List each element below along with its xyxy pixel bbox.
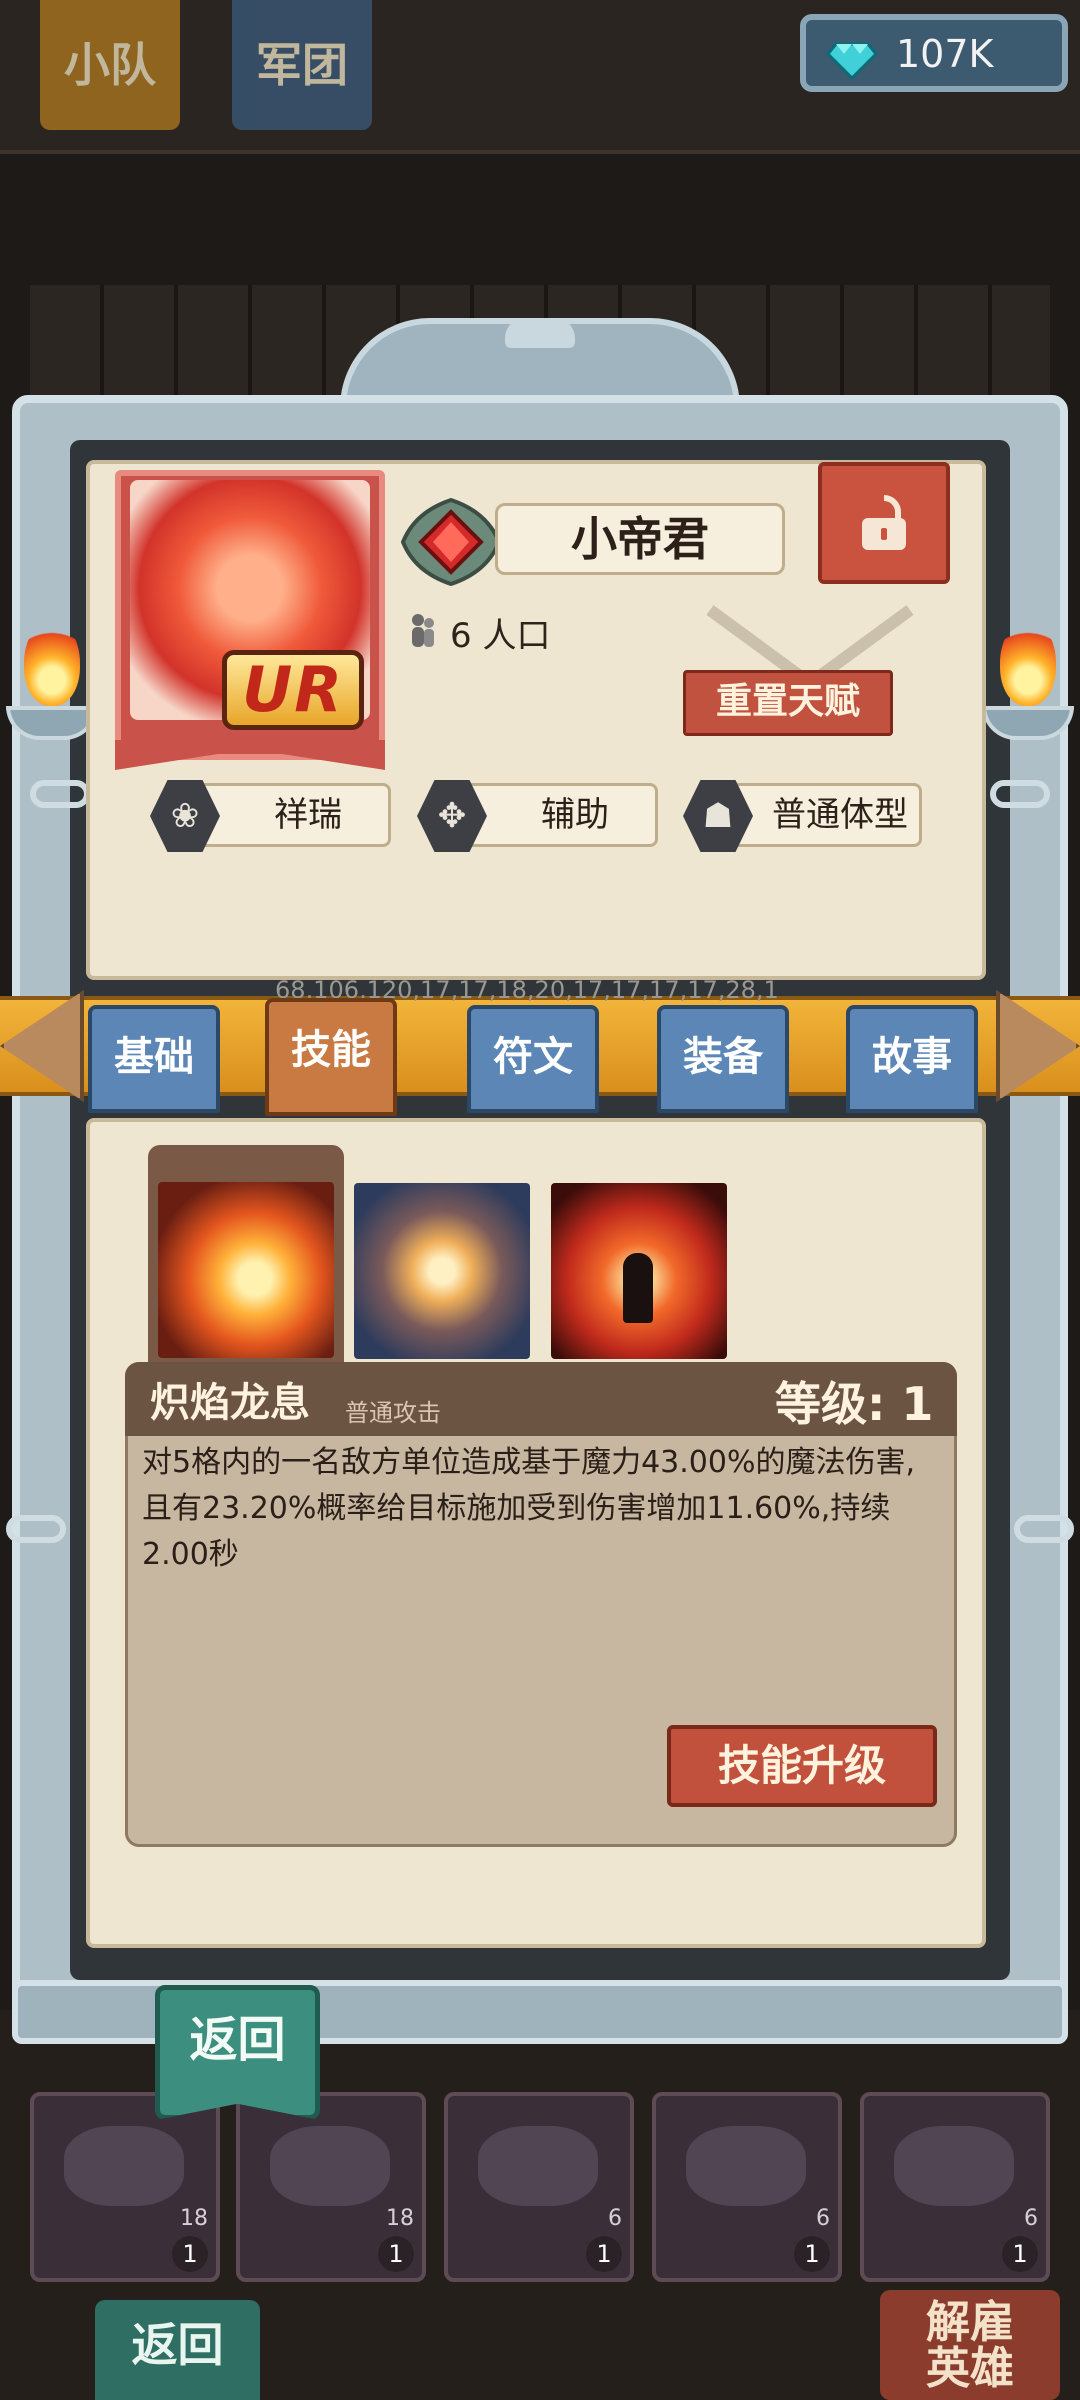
torch-icon [982, 610, 1074, 740]
currency-value: 107K [896, 32, 994, 76]
skill-dragon-icon[interactable] [354, 1183, 530, 1359]
tag-auspicious[interactable]: ❀ 祥瑞 [150, 780, 391, 852]
rarity-badge: UR [222, 650, 364, 730]
currency-display[interactable]: 107K [800, 14, 1068, 92]
skill-name: 炽焰龙息 [150, 1380, 310, 1426]
skill-flame-dragon-icon[interactable] [551, 1183, 727, 1359]
population-count: 6 人口 [450, 616, 551, 656]
tab-basic[interactable]: 基础 [88, 1005, 220, 1113]
tab-equipment[interactable]: 装备 [657, 1005, 789, 1113]
lock-toggle-button[interactable] [818, 462, 950, 584]
skill-type: 普通攻击 [345, 1399, 441, 1427]
background-back-button[interactable]: 返回 [95, 2300, 260, 2400]
unit-card[interactable]: 61 [652, 2092, 842, 2282]
skill-fireball-icon[interactable] [158, 1182, 334, 1358]
tag-body-type[interactable]: ☗ 普通体型 [683, 780, 922, 852]
unit-card[interactable]: 61 [444, 2092, 634, 2282]
unit-card[interactable]: 18 1 [236, 2092, 426, 2282]
diamond-icon [826, 42, 878, 81]
unlock-icon [862, 495, 906, 550]
chain-icon [1014, 1515, 1074, 1543]
skill-upgrade-button[interactable]: 技能升级 [667, 1725, 937, 1807]
tag-label: 普通体型 [772, 795, 908, 835]
dismiss-hero-button[interactable]: 解雇 英雄 [880, 2290, 1060, 2400]
tab-story[interactable]: 故事 [846, 1005, 978, 1113]
back-button[interactable]: 返回 [155, 1985, 320, 2120]
tag-label: 祥瑞 [274, 795, 342, 835]
tab-squad[interactable]: 小队 [40, 0, 180, 130]
unit-card[interactable]: 18 1 [30, 2092, 220, 2282]
tab-runes[interactable]: 符文 [467, 1005, 599, 1113]
tag-label: 辅助 [541, 795, 609, 835]
tab-legion[interactable]: 军团 [232, 0, 372, 130]
hero-name: 小帝君 [495, 503, 785, 575]
unit-card[interactable]: 61 [860, 2092, 1050, 2282]
reset-talent-button[interactable]: 重置天赋 [683, 670, 893, 736]
skill-level: 等级: 1 [775, 1377, 934, 1431]
frame-knob [505, 318, 575, 348]
chain-icon [30, 780, 90, 808]
chain-icon [6, 1515, 66, 1543]
chain-icon [990, 780, 1050, 808]
population-icon [412, 614, 434, 647]
torch-icon [6, 610, 98, 740]
hero-emblem-icon [400, 497, 502, 587]
skill-description: 对5格内的一名敌方单位造成基于魔力43.00%的魔法伤害,且有23.20%概率给… [142, 1445, 916, 1572]
tab-skills[interactable]: 技能 [265, 998, 397, 1116]
tag-support[interactable]: ✥ 辅助 [417, 780, 658, 852]
